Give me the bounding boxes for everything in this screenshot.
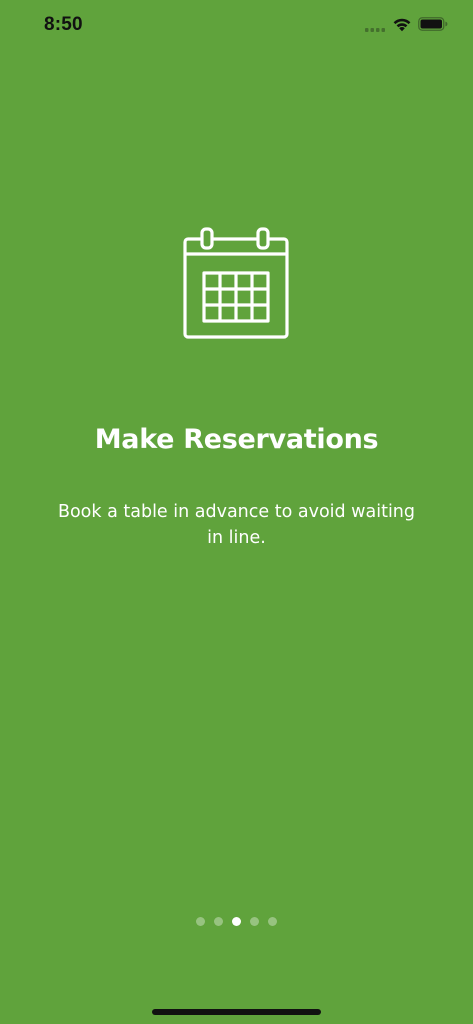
page-description: Book a table in advance to avoid waiting… xyxy=(57,502,416,548)
page-dot[interactable] xyxy=(214,917,223,926)
page-dot[interactable] xyxy=(268,917,277,926)
page-dot[interactable] xyxy=(250,917,259,926)
status-time: 8:50 xyxy=(44,14,83,35)
page-indicator[interactable] xyxy=(0,917,473,929)
calendar-icon xyxy=(183,227,289,339)
home-indicator[interactable] xyxy=(152,1009,321,1015)
status-bar: 8:50 xyxy=(0,0,473,52)
page-dot[interactable] xyxy=(196,917,205,926)
signal-icon xyxy=(365,28,385,32)
wifi-icon xyxy=(393,18,411,32)
battery-icon xyxy=(418,17,448,31)
page-dot[interactable] xyxy=(232,917,241,926)
onboarding-screen: 8:50 Make Reservations Book a table in a… xyxy=(0,0,473,1024)
page-title: Make Reservations xyxy=(94,424,379,455)
